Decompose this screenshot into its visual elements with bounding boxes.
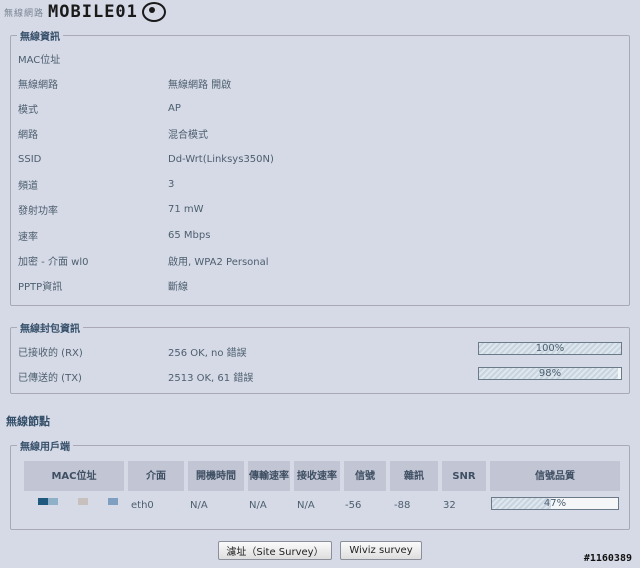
tx-value: 2513 OK, 61 錯誤 — [168, 372, 254, 384]
info-value: 斷線 — [168, 282, 188, 294]
tx-label: 已傳送的 (TX) — [18, 372, 82, 384]
wireless-info-legend: 無線資訊 — [20, 32, 60, 43]
tx-row: 已傳送的 (TX) 2513 OK, 61 錯誤 — [18, 366, 253, 386]
client-signal: -56 — [345, 499, 362, 511]
wiviz-survey-button[interactable]: Wiviz survey — [340, 541, 422, 560]
mac-color-swatch — [48, 498, 58, 505]
client-rx-rate: N/A — [297, 499, 315, 511]
header-tx-rate: 傳輸速率 — [248, 461, 290, 491]
header-signal: 信號 — [344, 461, 386, 491]
header-mac: MAC位址 — [24, 461, 124, 491]
info-label: PPTP資訊 — [18, 282, 63, 294]
header-snr: SNR — [442, 461, 486, 491]
info-row: 頻道 3 — [18, 175, 174, 195]
info-value: Dd-Wrt(Linksys350N) — [168, 153, 274, 165]
rx-value: 256 OK, no 錯誤 — [168, 347, 247, 359]
header-uptime: 開機時間 — [188, 461, 244, 491]
client-snr: 32 — [443, 499, 456, 511]
info-row: 無線網路 無線網路 開啟 — [18, 73, 231, 93]
wireless-nodes-title: 無線節點 — [6, 415, 50, 428]
info-value: 3 — [168, 179, 175, 190]
tx-progress-bar: 98% — [478, 367, 622, 380]
header-rx-rate: 接收速率 — [294, 461, 340, 491]
info-row: 發射功率 71 mW — [18, 200, 204, 220]
client-tx-rate: N/A — [249, 499, 267, 511]
clients-legend: 無線用戶端 — [20, 442, 70, 453]
info-value: 混合模式 — [168, 130, 208, 142]
info-value: 71 mW — [168, 204, 204, 216]
info-row: SSID Dd-Wrt(Linksys350N) — [18, 149, 274, 169]
client-quality-text: 47% — [543, 498, 567, 509]
watermark: 無線網路 MOBILE01 — [4, 2, 166, 22]
info-value: 啟用, WPA2 Personal — [168, 256, 269, 268]
eye-logo-icon — [141, 2, 166, 22]
header-interface: 介面 — [128, 461, 184, 491]
mac-color-swatch — [38, 498, 48, 505]
info-label: 模式 — [18, 105, 38, 117]
info-label: 發射功率 — [18, 206, 58, 218]
site-survey-button[interactable]: 濾址（Site Survey） — [218, 541, 332, 560]
client-interface: eth0 — [131, 499, 154, 511]
mac-color-swatch — [78, 498, 88, 505]
mac-color-swatch — [108, 498, 118, 505]
rx-progress-bar: 100% — [478, 342, 622, 355]
info-value: 無線網路 開啟 — [168, 79, 232, 91]
info-label: 速率 — [18, 231, 38, 243]
info-row: 網路 混合模式 — [18, 124, 208, 144]
info-label: SSID — [18, 153, 42, 165]
info-row: MAC位址 — [18, 48, 168, 68]
client-noise: -88 — [394, 499, 411, 511]
info-label: 無線網路 — [18, 79, 58, 91]
info-label: MAC位址 — [18, 54, 61, 66]
info-label: 頻道 — [18, 181, 38, 192]
watermark-logo: MOBILE01 — [48, 2, 138, 22]
rx-row: 已接收的 (RX) 256 OK, no 錯誤 — [18, 341, 247, 361]
info-row: 速率 65 Mbps — [18, 225, 210, 245]
info-row: 模式 AP — [18, 99, 181, 119]
client-uptime: N/A — [190, 499, 208, 511]
info-value: AP — [168, 103, 181, 115]
info-row: PPTP資訊 斷線 — [18, 276, 188, 296]
info-label: 網路 — [18, 130, 38, 142]
header-noise: 雜訊 — [390, 461, 438, 491]
rx-percent: 100% — [535, 343, 565, 354]
info-label: 加密 - 介面 wl0 — [18, 256, 89, 268]
tx-percent: 98% — [538, 368, 562, 379]
reference-number: #1160389 — [583, 553, 632, 564]
packet-info-legend: 無線封包資訊 — [20, 324, 80, 335]
watermark-title: 無線網路 — [4, 8, 45, 19]
rx-label: 已接收的 (RX) — [18, 347, 83, 359]
info-value: 65 Mbps — [168, 229, 211, 241]
header-signal-quality: 信號品質 — [490, 461, 620, 491]
info-row: 加密 - 介面 wl0 啟用, WPA2 Personal — [18, 250, 269, 270]
client-quality-bar: 47% — [491, 497, 619, 510]
